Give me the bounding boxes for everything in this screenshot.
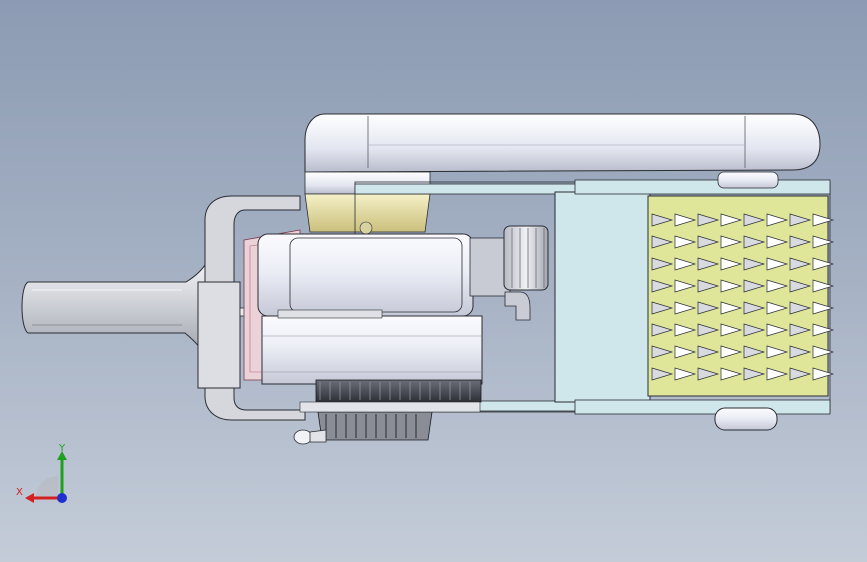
motor-collar: [304, 171, 431, 235]
y-axis-label: Y: [59, 443, 66, 454]
base-gear: [299, 379, 482, 441]
cad-viewport[interactable]: Y X: [0, 0, 867, 562]
model-view: [21, 113, 835, 445]
spike-roller: [647, 195, 835, 397]
top-cover: [304, 113, 821, 173]
cable-plug: [293, 429, 327, 445]
motor-housing: [257, 233, 511, 385]
handle: [21, 259, 213, 361]
gear-knob: [503, 225, 549, 321]
axis-triad: [25, 451, 67, 503]
x-axis-label: X: [16, 487, 23, 498]
triad-plane-icon: [36, 476, 58, 498]
z-axis-icon: [57, 493, 67, 503]
